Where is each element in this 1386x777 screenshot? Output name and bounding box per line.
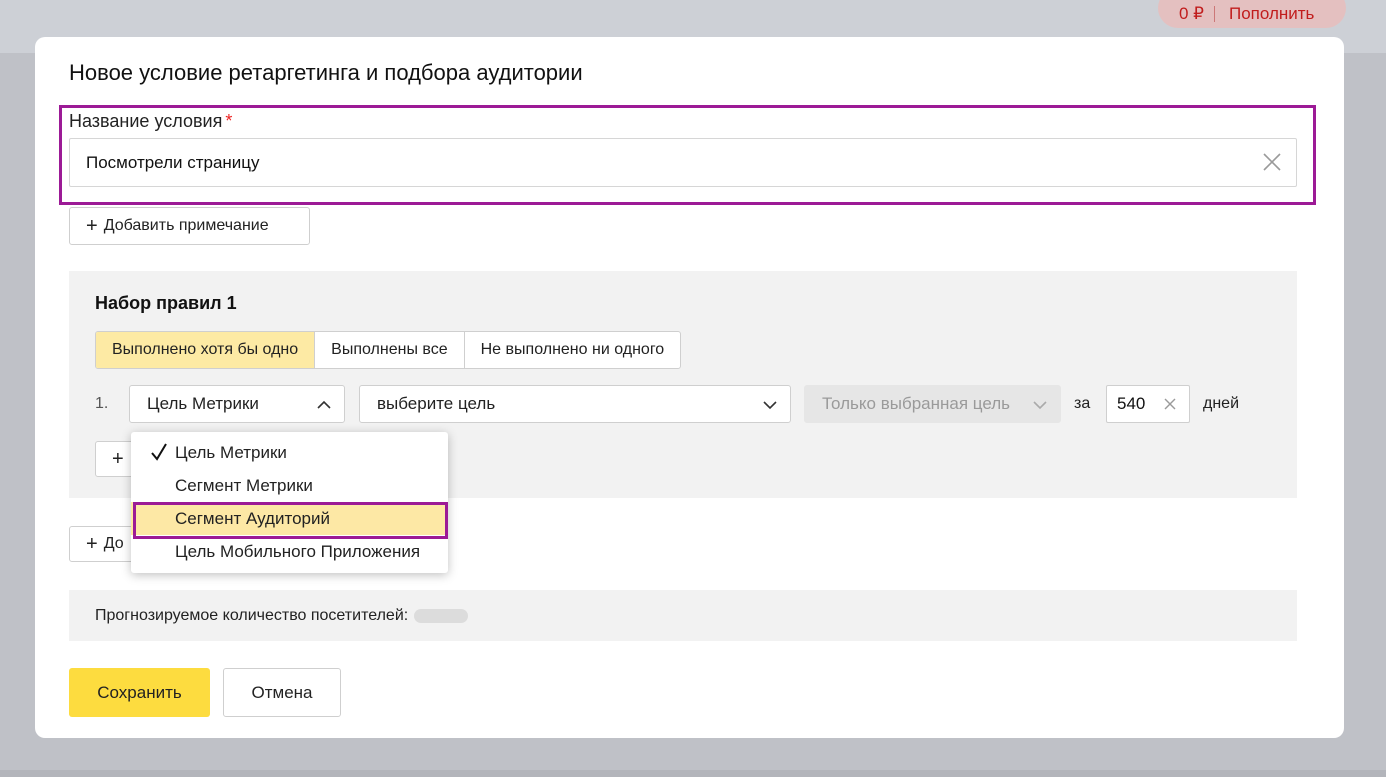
close-icon[interactable]: [1163, 397, 1177, 411]
chevron-down-icon: [763, 401, 777, 410]
add-note-button[interactable]: + Добавить примечание: [69, 207, 310, 245]
save-button[interactable]: Сохранить: [69, 668, 210, 717]
mode-at-least-one[interactable]: Выполнено хотя бы одно: [96, 332, 316, 368]
forecast-loading-skeleton: [414, 608, 469, 623]
cancel-button[interactable]: Отмена: [223, 668, 341, 717]
goal-select-placeholder: выберите цель: [377, 394, 496, 413]
forecast-label: Прогнозируемое количество посетителей:: [95, 606, 409, 624]
chevron-up-icon: [317, 400, 331, 409]
dropdown-item-label: Цель Метрики: [175, 442, 287, 462]
goal-select[interactable]: выберите цель: [359, 385, 791, 423]
bottom-overlay: [0, 770, 1386, 777]
ruleset-title: Набор правил 1: [95, 293, 237, 313]
balance-pill[interactable]: 0 ₽ Пополнить: [1158, 0, 1346, 28]
mode-all[interactable]: Выполнены все: [315, 332, 465, 368]
goal-scope-select: Только выбранная цель: [804, 385, 1061, 423]
ruleset-mode-switch: Выполнено хотя бы одно Выполнены все Не …: [95, 331, 682, 369]
topup-link[interactable]: Пополнить: [1215, 4, 1314, 24]
dropdown-item-audience-segment[interactable]: Сегмент Аудиторий: [131, 502, 448, 535]
add-ruleset-button[interactable]: + До: [69, 526, 139, 562]
modal-title: Новое условие ретаргетинга и подбора ауд…: [69, 60, 583, 85]
period-suffix: дней: [1203, 395, 1240, 412]
period-days-input[interactable]: [1106, 385, 1190, 423]
condition-type-select[interactable]: Цель Метрики: [129, 385, 345, 423]
period-prefix: за: [1074, 395, 1091, 412]
dropdown-item-label: Цель Мобильного Приложения: [175, 541, 421, 561]
dropdown-item-label: Сегмент Метрики: [175, 475, 313, 495]
goal-scope-value: Только выбранная цель: [822, 394, 1010, 413]
plus-icon: +: [112, 448, 124, 470]
add-ruleset-label-fragment: До: [103, 535, 124, 552]
plus-icon: +: [86, 533, 98, 555]
balance-amount: 0 ₽: [1179, 4, 1204, 23]
forecast-panel: Прогнозируемое количество посетителей:: [69, 590, 1297, 641]
rule-number: 1.: [95, 395, 109, 412]
add-rule-button[interactable]: +: [95, 441, 135, 477]
condition-type-value: Цель Метрики: [147, 394, 259, 413]
dropdown-item-label: Сегмент Аудиторий: [175, 508, 330, 528]
add-note-label: Добавить примечание: [103, 217, 269, 234]
chevron-down-icon: [1033, 401, 1047, 410]
dropdown-item-metrika-goal[interactable]: Цель Метрики: [131, 436, 448, 469]
condition-name-highlight-frame: [59, 105, 1316, 205]
retargeting-modal: Новое условие ретаргетинга и подбора ауд…: [35, 37, 1344, 738]
checkmark-icon: [151, 443, 167, 461]
dropdown-item-mobile-app-goal[interactable]: Цель Мобильного Приложения: [131, 535, 448, 568]
dropdown-item-metrika-segment[interactable]: Сегмент Метрики: [131, 469, 448, 502]
plus-icon: +: [86, 215, 98, 237]
condition-type-dropdown: Цель Метрики Сегмент Метрики Сегмент Ауд…: [131, 432, 448, 573]
mode-none[interactable]: Не выполнено ни одного: [465, 332, 681, 368]
